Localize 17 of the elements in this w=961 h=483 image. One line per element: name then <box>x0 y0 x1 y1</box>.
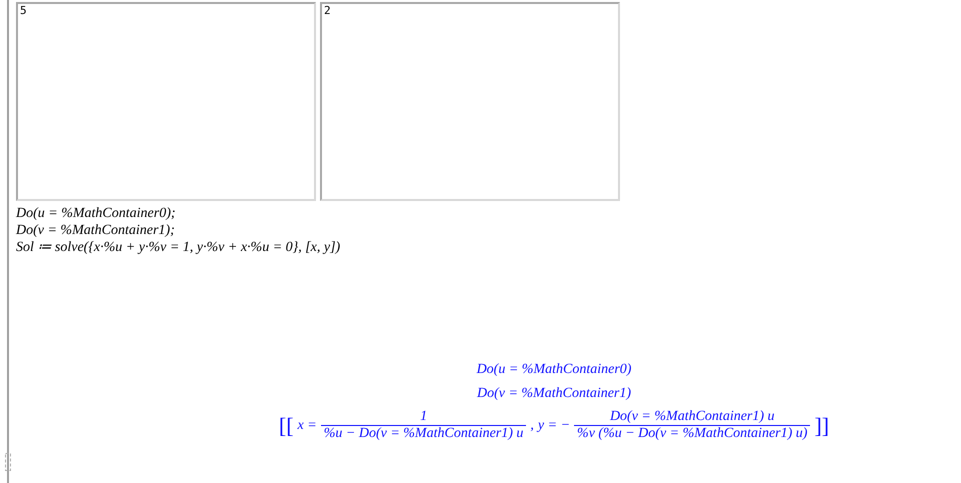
fraction-numerator: 1 <box>419 409 428 425</box>
math-container-field[interactable]: 5 <box>16 2 316 201</box>
math-container-field[interactable]: 2 <box>320 2 620 201</box>
equation-label: x = <box>298 417 317 435</box>
math-input-line: Sol ≔ solve({x·%u + y·%v = 1, y·%v + x·%u = 0}, [x, y]) <box>16 239 342 256</box>
empty-placeholder-icon <box>5 452 11 471</box>
bracket-close: ]] <box>814 414 830 436</box>
math-input-line: Do(v = %MathContainer1); <box>16 222 176 239</box>
math-input-line: Do(u = %MathContainer0); <box>16 205 177 222</box>
math-output-line: Do(u = %MathContainer0) <box>476 361 632 378</box>
equation-label: y = − <box>538 417 570 435</box>
fraction-numerator: Do(v = %MathContainer1) u <box>608 409 776 425</box>
bracket-open: [[ <box>278 414 294 436</box>
math-output-line: Do(v = %MathContainer1) <box>476 385 632 402</box>
fraction-denominator: %v (%u − Do(v = %MathContainer1) u) <box>574 425 810 442</box>
separator-comma: , <box>530 417 534 435</box>
fraction-denominator: %u − Do(v = %MathContainer1) u <box>320 425 526 442</box>
